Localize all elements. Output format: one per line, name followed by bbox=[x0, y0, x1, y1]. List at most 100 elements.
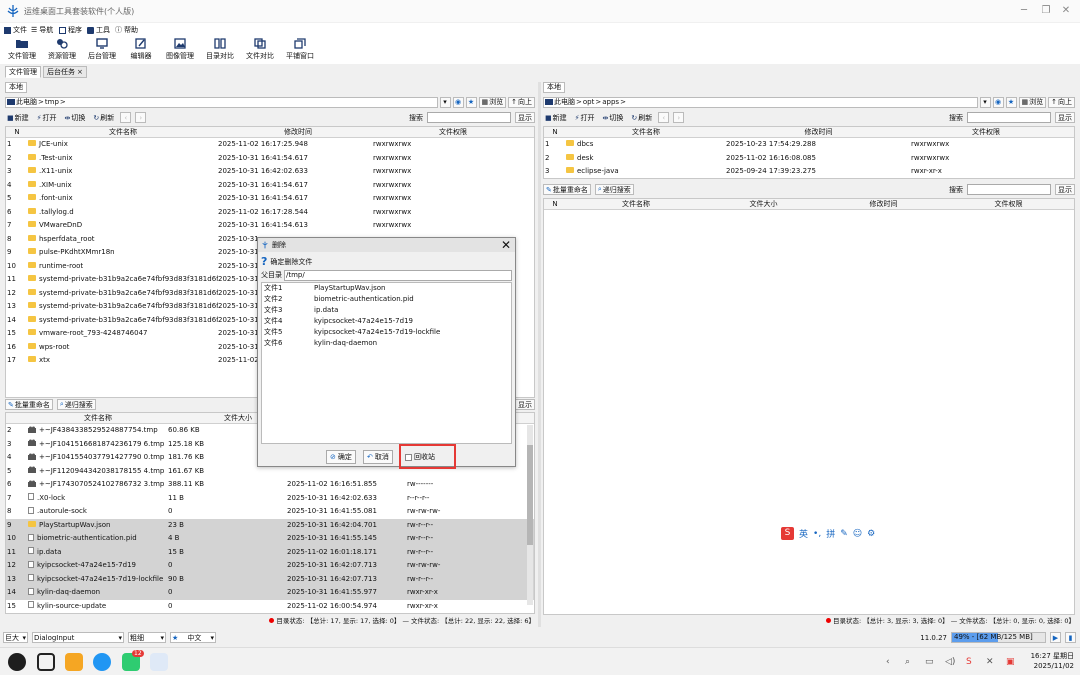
folder-row[interactable]: 2 .Test-unix 2025-10-31 16:41:54.617 rwxrwx… bbox=[6, 152, 534, 166]
tray-search-icon[interactable]: ⌕ bbox=[905, 657, 910, 667]
forward-icon[interactable]: › bbox=[135, 112, 147, 123]
dir-compare-button[interactable]: 目录对比 bbox=[200, 38, 240, 61]
refresh-button[interactable]: ↻ 刷新 bbox=[91, 112, 116, 123]
file-row[interactable]: 10 biometric-authentication.pid 4 B 2025-10… bbox=[6, 532, 534, 546]
tray-ime-icon[interactable]: S bbox=[966, 657, 972, 667]
go-icon[interactable]: ◉ bbox=[452, 96, 464, 108]
font-size-select[interactable]: 巨大 ▾ bbox=[3, 632, 28, 643]
file-row[interactable]: 6 +~JF1743070524102786732 3.tmp 388.11 KB 2… bbox=[6, 478, 534, 492]
ime-emoji-icon[interactable]: ☺ bbox=[853, 529, 862, 539]
resource-manager-button[interactable]: 资源管理 bbox=[42, 38, 82, 61]
ime-punct-icon[interactable]: •, bbox=[813, 529, 821, 539]
ime-pinyin[interactable]: 拼 bbox=[826, 527, 835, 540]
scrollbar-thumb[interactable] bbox=[527, 445, 533, 545]
close-window-icon[interactable]: ✕ bbox=[1058, 4, 1074, 18]
show-button[interactable]: 显示 bbox=[515, 112, 535, 123]
file-row[interactable]: 13 kyipcsocket-47a24e15-7d19-lockfile 90 B… bbox=[6, 572, 534, 586]
ime-logo-icon[interactable]: S bbox=[781, 527, 794, 540]
parent-dir-input[interactable]: /tmp/ bbox=[284, 269, 512, 281]
open-button[interactable]: ⚡ 打开 bbox=[35, 112, 59, 123]
split-divider[interactable] bbox=[538, 82, 541, 627]
browser-app-icon[interactable] bbox=[93, 653, 111, 671]
batch-rename-button[interactable]: ✎ 批量重命名 bbox=[5, 399, 53, 410]
left-path-box[interactable]: 此电脑 > tmp > bbox=[5, 96, 438, 108]
path-dropdown-icon[interactable]: ▾ bbox=[979, 96, 991, 108]
recursive-search-button[interactable]: ⌕ 递归搜索 bbox=[56, 399, 96, 410]
new-button[interactable]: ■ 新建 bbox=[5, 112, 31, 123]
up-button[interactable]: ↑ 向上 bbox=[508, 96, 535, 108]
favorite-icon[interactable]: ★ bbox=[1005, 96, 1017, 108]
folder-row[interactable]: 5 .font-unix 2025-10-31 16:41:54.617 rwxrwx… bbox=[6, 192, 534, 206]
menu-tools[interactable]: 工具 bbox=[87, 25, 110, 35]
switch-button[interactable]: ⇹ 切换 bbox=[601, 112, 626, 123]
dialog-close-icon[interactable]: ✕ bbox=[501, 239, 511, 251]
path-segment-opt[interactable]: opt bbox=[583, 98, 594, 106]
browse-button[interactable]: ▦ 浏览 bbox=[1018, 96, 1047, 108]
back-icon[interactable]: ‹ bbox=[120, 112, 132, 123]
play-icon[interactable]: ▶ bbox=[1050, 632, 1061, 643]
file-row[interactable]: 15 kylin-source-update 0 2025-11-02 16:00:5… bbox=[6, 600, 534, 614]
dialog-cancel-button[interactable]: ↶ 取消 bbox=[363, 450, 393, 464]
right-search-input[interactable] bbox=[967, 112, 1051, 123]
maximize-icon[interactable]: ❐ bbox=[1038, 4, 1054, 18]
show-button[interactable]: 显示 bbox=[1055, 112, 1075, 123]
tile-windows-button[interactable]: 平铺窗口 bbox=[280, 38, 320, 61]
folder-row[interactable]: 2 desk 2025-11-02 16:16:08.085 rwxrwxrwx bbox=[544, 152, 1074, 166]
language-select[interactable]: ★ 中文 ▾ bbox=[170, 632, 216, 643]
path-segment-tmp[interactable]: tmp bbox=[45, 98, 59, 106]
trash-icon[interactable]: ▮ bbox=[1065, 632, 1076, 643]
editor-button[interactable]: 编辑器 bbox=[121, 38, 161, 61]
folder-row[interactable]: 3 .X11-unix 2025-10-31 16:42:02.633 rwxrwxr… bbox=[6, 165, 534, 179]
favorite-icon[interactable]: ★ bbox=[465, 96, 477, 108]
back-icon[interactable]: ‹ bbox=[658, 112, 670, 123]
folder-row[interactable]: 4 .XIM-unix 2025-10-31 16:41:54.617 rwxrwxr… bbox=[6, 179, 534, 193]
switch-button[interactable]: ⇹ 切换 bbox=[63, 112, 88, 123]
open-button[interactable]: ⚡ 打开 bbox=[573, 112, 597, 123]
file-row[interactable]: 7 .X0-lock 11 B 2025-10-31 16:42:02.633 r--r… bbox=[6, 492, 534, 506]
ime-lang[interactable]: 英 bbox=[799, 527, 808, 540]
folder-row[interactable]: 6 .tallylog.d 2025-11-02 16:17:28.544 rwxrw… bbox=[6, 206, 534, 220]
tab-background-tasks[interactable]: 后台任务 × bbox=[43, 66, 87, 78]
tray-arrow-icon[interactable]: ‹ bbox=[886, 657, 890, 667]
tray-network-icon[interactable]: ✕ bbox=[986, 657, 994, 667]
new-button[interactable]: ■ 新建 bbox=[543, 112, 569, 123]
lower-show-button[interactable]: 显示 bbox=[515, 399, 535, 410]
dialog-ok-button[interactable]: ⊘ 确定 bbox=[326, 450, 356, 464]
lower-show-button[interactable]: 显示 bbox=[1055, 184, 1075, 195]
batch-rename-button[interactable]: ✎ 批量重命名 bbox=[543, 184, 591, 195]
left-local-tab[interactable]: 本地 bbox=[5, 82, 27, 93]
menu-file[interactable]: 文件 bbox=[4, 25, 27, 35]
file-row[interactable]: 12 kyipcsocket-47a24e15-7d19 0 2025-10-31 1… bbox=[6, 559, 534, 573]
go-icon[interactable]: ◉ bbox=[992, 96, 1004, 108]
file-row[interactable]: 11 ip.data 15 B 2025-11-02 16:01:18.171 rw-r… bbox=[6, 545, 534, 559]
tray-clipboard-icon[interactable]: ▭ bbox=[925, 657, 934, 667]
style-select[interactable]: 粗细 ▾ bbox=[128, 632, 166, 643]
folder-row[interactable]: 3 eclipse-java 2025-09-24 17:39:23.275 rwxr… bbox=[544, 165, 1074, 179]
tray-notice-icon[interactable]: ▣ bbox=[1006, 657, 1015, 667]
ops-tool-app-icon[interactable] bbox=[150, 653, 168, 671]
recursive-search-button[interactable]: ⌕ 递归搜索 bbox=[594, 184, 634, 195]
tab-file-manager[interactable]: 文件管理 bbox=[5, 66, 41, 78]
folder-row[interactable]: 1 JCE-unix 2025-11-02 16:17:25.948 rwxrwxrw… bbox=[6, 138, 534, 152]
image-manager-button[interactable]: 图像管理 bbox=[160, 38, 200, 61]
menu-nav[interactable]: ☰ 导航 bbox=[31, 25, 53, 35]
menu-help[interactable]: ⓘ 帮助 bbox=[115, 25, 138, 35]
backend-manager-button[interactable]: 后台管理 bbox=[82, 38, 122, 61]
file-row[interactable]: 8 .autorule-sock 0 2025-10-31 16:41:55.081 r… bbox=[6, 505, 534, 519]
start-menu-icon[interactable] bbox=[8, 653, 26, 671]
component-select[interactable]: DialogInput ▾ bbox=[32, 632, 124, 643]
left-search-input[interactable] bbox=[427, 112, 511, 123]
tray-clock[interactable]: 16:27 星期日 2025/11/02 bbox=[1024, 651, 1074, 671]
file-manager-app-icon[interactable] bbox=[65, 653, 83, 671]
forward-icon[interactable]: › bbox=[673, 112, 685, 123]
tray-volume-icon[interactable]: ◁) bbox=[945, 657, 955, 667]
right-path-box[interactable]: 此电脑 > opt > apps > bbox=[543, 96, 978, 108]
ime-settings-icon[interactable]: ⚙ bbox=[867, 529, 875, 539]
ime-pen-icon[interactable]: ✎ bbox=[840, 529, 848, 539]
browse-button[interactable]: ▦ 浏览 bbox=[478, 96, 507, 108]
path-root[interactable]: 此电脑 bbox=[554, 97, 575, 107]
minimize-icon[interactable]: ─ bbox=[1016, 4, 1032, 18]
right-local-tab[interactable]: 本地 bbox=[543, 82, 565, 93]
menu-program[interactable]: 程序 bbox=[59, 25, 82, 35]
refresh-button[interactable]: ↻ 刷新 bbox=[629, 112, 654, 123]
